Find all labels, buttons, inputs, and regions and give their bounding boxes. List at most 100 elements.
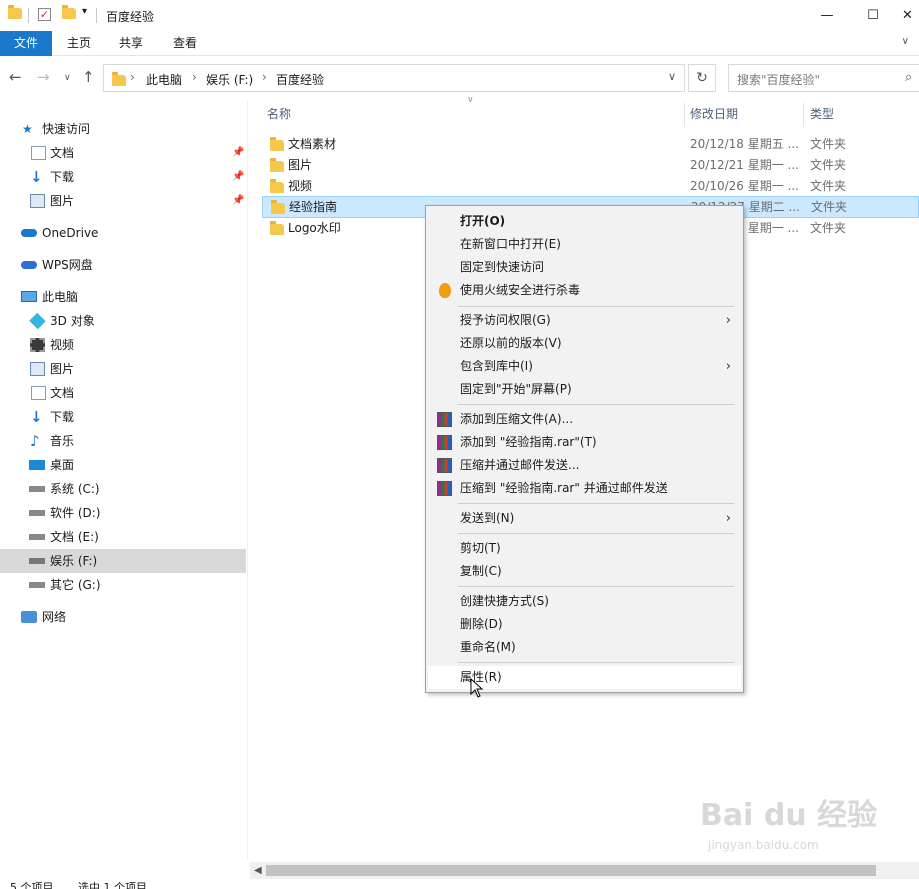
menu-item-copy[interactable]: 复制(C) <box>428 560 741 583</box>
nav-label: 图片 <box>50 194 75 208</box>
nav-drive-e[interactable]: 文档 (E:) <box>0 525 246 549</box>
chevron-right-icon[interactable]: › <box>130 70 135 84</box>
menu-item-delete[interactable]: 删除(D) <box>428 613 741 636</box>
breadcrumb-current-folder[interactable]: 百度经验 <box>276 71 324 88</box>
nav-pictures-pc[interactable]: 图片 <box>0 357 246 381</box>
chevron-right-icon[interactable]: › <box>192 70 197 84</box>
minimize-button[interactable]: — <box>804 0 850 31</box>
menu-item-add-archive[interactable]: 添加到压缩文件(A)... <box>428 408 741 431</box>
folder-icon <box>270 179 284 193</box>
nav-drive-d[interactable]: 软件 (D:) <box>0 501 246 525</box>
drive-icon <box>29 486 45 492</box>
menu-item-antivirus-scan[interactable]: 使用火绒安全进行杀毒 <box>428 279 741 302</box>
horizontal-scrollbar[interactable]: ◀ <box>250 862 919 879</box>
nav-pictures[interactable]: 图片 📌 <box>0 189 246 213</box>
column-divider[interactable] <box>684 103 685 127</box>
menu-item-pin-quick-access[interactable]: 固定到快速访问 <box>428 256 741 279</box>
tab-share[interactable]: 共享 <box>110 31 152 56</box>
column-divider[interactable] <box>803 103 804 127</box>
tab-file[interactable]: 文件 <box>0 31 52 56</box>
up-arrow-icon[interactable]: ↑ <box>82 68 95 86</box>
menu-item-add-to-rar[interactable]: 添加到 "经验指南.rar"(T) <box>428 431 741 454</box>
menu-item-grant-access[interactable]: 授予访问权限(G) › <box>428 309 741 332</box>
menu-item-compress-email[interactable]: 压缩并通过邮件发送... <box>428 454 741 477</box>
file-row[interactable]: 视频 20/10/26 星期一 ... 文件夹 <box>262 176 919 197</box>
menu-separator <box>458 503 734 504</box>
nav-label: 网络 <box>42 610 67 624</box>
maximize-button[interactable]: ☐ <box>850 0 896 31</box>
menu-item-restore-versions[interactable]: 还原以前的版本(V) <box>428 332 741 355</box>
scrollbar-thumb[interactable] <box>266 865 876 876</box>
nav-onedrive[interactable]: OneDrive <box>0 221 246 245</box>
menu-label: 在新窗口中打开(E) <box>460 237 561 251</box>
menu-separator <box>458 404 734 405</box>
file-row[interactable]: 文档素材 20/12/18 星期五 ... 文件夹 <box>262 134 919 155</box>
folder-icon <box>270 158 284 172</box>
music-icon: ♪ <box>30 432 40 450</box>
new-folder-icon[interactable] <box>62 5 76 22</box>
nav-quick-access[interactable]: ★ 快速访问 <box>0 117 246 141</box>
tab-home[interactable]: 主页 <box>58 31 100 56</box>
column-header-date[interactable]: 修改日期 <box>690 100 738 128</box>
nav-downloads[interactable]: ↓ 下载 📌 <box>0 165 246 189</box>
file-name: 经验指南 <box>289 200 338 214</box>
ribbon-tabs: 文件 主页 共享 查看 ∨ <box>0 31 919 56</box>
search-box[interactable]: 搜索"百度经验" ⌕ <box>728 64 919 92</box>
chevron-right-icon: › <box>725 313 731 328</box>
nav-label: 软件 (D:) <box>50 506 101 520</box>
breadcrumb-drive-f[interactable]: 娱乐 (F:) <box>206 71 253 88</box>
menu-item-open[interactable]: 打开(O) <box>428 210 741 233</box>
recent-locations-icon[interactable]: ∨ <box>64 73 71 83</box>
nav-drive-f[interactable]: 娱乐 (F:) <box>0 549 246 573</box>
column-header-name[interactable]: 名称 <box>267 100 291 128</box>
address-bar[interactable]: › 此电脑 › 娱乐 (F:) › 百度经验 ∨ <box>103 64 685 92</box>
chevron-down-icon[interactable]: ∨ <box>668 70 676 83</box>
nav-label: 快速访问 <box>42 122 91 136</box>
nav-documents[interactable]: 文档 📌 <box>0 141 246 165</box>
nav-network[interactable]: 网络 <box>0 605 246 629</box>
properties-icon[interactable]: ✓ <box>38 7 51 21</box>
refresh-button[interactable]: ↻ <box>688 64 716 92</box>
chevron-right-icon[interactable]: › <box>262 70 267 84</box>
menu-item-pin-start[interactable]: 固定到"开始"屏幕(P) <box>428 378 741 401</box>
back-arrow-icon[interactable]: ← <box>9 68 22 86</box>
picture-icon <box>30 194 45 208</box>
document-icon <box>31 146 46 160</box>
tab-view[interactable]: 查看 <box>164 31 206 56</box>
menu-label: 还原以前的版本(V) <box>460 336 562 350</box>
nav-videos[interactable]: 视频 <box>0 333 246 357</box>
nav-music[interactable]: ♪ 音乐 <box>0 429 246 453</box>
menu-item-cut[interactable]: 剪切(T) <box>428 537 741 560</box>
nav-documents-pc[interactable]: 文档 <box>0 381 246 405</box>
breadcrumb-this-pc[interactable]: 此电脑 <box>146 71 182 88</box>
forward-arrow-icon[interactable]: → <box>37 68 50 86</box>
menu-item-rename[interactable]: 重命名(M) <box>428 636 741 659</box>
search-icon[interactable]: ⌕ <box>905 70 912 85</box>
file-date: 20/12/21 星期一 ... <box>690 158 799 172</box>
menu-item-create-shortcut[interactable]: 创建快捷方式(S) <box>428 590 741 613</box>
nav-desktop[interactable]: 桌面 <box>0 453 246 477</box>
menu-label: 使用火绒安全进行杀毒 <box>460 283 581 297</box>
menu-label: 压缩到 "经验指南.rar" 并通过邮件发送 <box>460 481 668 495</box>
menu-item-compress-rar-email[interactable]: 压缩到 "经验指南.rar" 并通过邮件发送 <box>428 477 741 500</box>
scroll-left-icon[interactable]: ◀ <box>254 862 262 879</box>
nav-downloads-pc[interactable]: ↓ 下载 <box>0 405 246 429</box>
menu-item-open-new-window[interactable]: 在新窗口中打开(E) <box>428 233 741 256</box>
file-type: 文件夹 <box>811 200 848 214</box>
nav-this-pc[interactable]: 此电脑 <box>0 285 246 309</box>
menu-item-include-library[interactable]: 包含到库中(I) › <box>428 355 741 378</box>
document-icon <box>31 386 46 400</box>
nav-drive-g[interactable]: 其它 (G:) <box>0 573 246 597</box>
expand-ribbon-icon[interactable]: ∨ <box>902 36 909 47</box>
menu-label: 添加到压缩文件(A)... <box>460 412 574 426</box>
menu-item-send-to[interactable]: 发送到(N) › <box>428 507 741 530</box>
nav-3d-objects[interactable]: 3D 对象 <box>0 309 246 333</box>
file-row[interactable]: 图片 20/12/21 星期一 ... 文件夹 <box>262 155 919 176</box>
nav-drive-c[interactable]: 系统 (C:) <box>0 477 246 501</box>
nav-wps-drive[interactable]: WPS网盘 <box>0 253 246 277</box>
column-header-type[interactable]: 类型 <box>810 100 834 128</box>
customize-toolbar-icon[interactable]: ▾ <box>82 6 87 17</box>
pin-icon: 📌 <box>232 195 245 206</box>
cloud-icon <box>21 229 37 237</box>
close-button[interactable]: ✕ <box>896 0 919 31</box>
